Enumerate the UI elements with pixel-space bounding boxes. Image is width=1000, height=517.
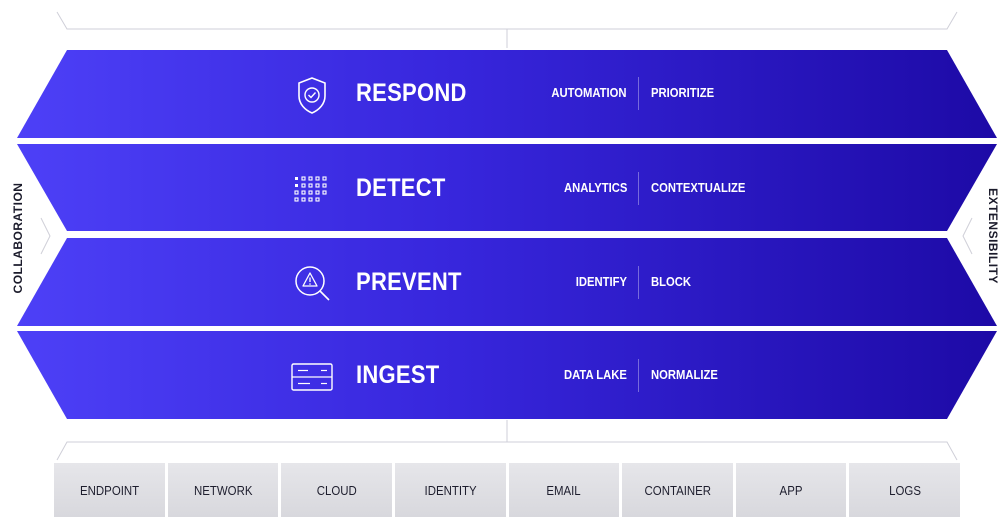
layer-tag: IDENTIFY: [575, 275, 627, 289]
server-icon: [291, 363, 333, 391]
source-identity: IDENTITY: [394, 463, 506, 517]
source-endpoint: ENDPOINT: [54, 463, 165, 517]
source-network: NETWORK: [167, 463, 279, 517]
dot-grid-icon: [294, 176, 327, 202]
layer-detect: DETECT ANALYTICS CONTEXTUALIZE: [0, 143, 1000, 233]
data-sources-row: ENDPOINT NETWORK CLOUD IDENTITY EMAIL CO…: [54, 463, 960, 517]
source-cloud: CLOUD: [281, 463, 392, 517]
tag-divider: [638, 77, 639, 110]
source-logs: LOGS: [849, 463, 960, 517]
layer-prevent: PREVENT IDENTIFY BLOCK: [0, 237, 1000, 327]
layer-tag: CONTEXTUALIZE: [651, 181, 746, 195]
source-app: APP: [735, 463, 847, 517]
layer-ingest: INGEST DATA LAKE NORMALIZE: [0, 330, 1000, 420]
layer-title: DETECT: [356, 174, 446, 202]
layer-tag: AUTOMATION: [551, 86, 627, 100]
layer-title: INGEST: [356, 361, 440, 389]
tag-divider: [638, 266, 639, 299]
tag-divider: [638, 359, 639, 392]
layer-tag: NORMALIZE: [651, 368, 718, 382]
layer-tag: PRIORITIZE: [651, 86, 715, 100]
alert-search-icon: [295, 266, 330, 301]
tag-divider: [638, 172, 639, 205]
source-email: EMAIL: [508, 463, 620, 517]
layer-title: RESPOND: [356, 79, 467, 107]
shield-check-icon: [298, 77, 326, 114]
layer-tag: ANALYTICS: [563, 181, 627, 195]
layer-respond: RESPOND AUTOMATION PRIORITIZE: [0, 48, 1000, 138]
source-container: CONTAINER: [622, 463, 733, 517]
layer-tag: BLOCK: [651, 275, 692, 289]
layer-title: PREVENT: [356, 268, 462, 296]
layer-tag: DATA LAKE: [564, 368, 627, 382]
